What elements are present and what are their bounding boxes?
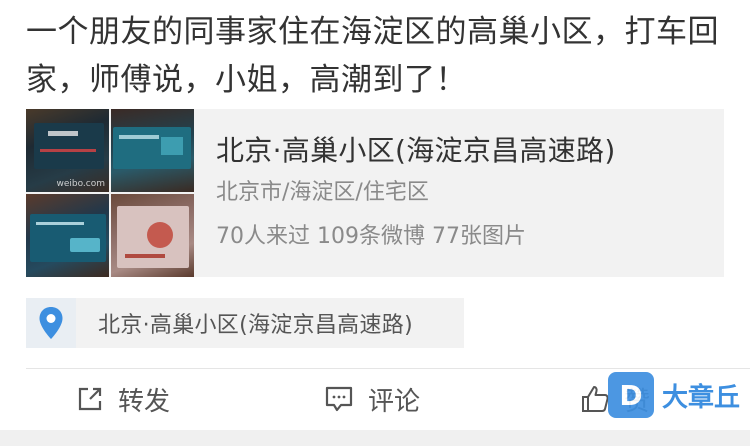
location-card-stats: 70人来过 109条微博 77张图片 [216,224,526,249]
thumbnail-grid[interactable]: weibo.com [26,109,194,277]
location-card-info: 北京·高巢小区(海淀京昌高速路) 北京市/海淀区/住宅区 70人来过 109条微… [216,131,716,253]
brand-logo: D [607,372,654,418]
repost-button[interactable]: 转发 [76,369,170,429]
comment-button[interactable]: 评论 [324,369,420,429]
thumbnail-image[interactable]: weibo.com [26,109,109,192]
comment-icon [325,386,353,412]
location-card-subtitle: 北京市/海淀区/住宅区 [216,180,429,205]
thumbnail-image[interactable] [111,109,194,192]
thumbnail-image[interactable] [111,194,194,277]
post-text: 一个朋友的同事家住在海淀区的高巢小区，打车回家，师傅说，小姐，高潮到了！ [26,14,719,98]
comment-label: 评论 [368,386,421,417]
brand-watermark: D 大章丘 [607,372,740,418]
location-card[interactable]: weibo.com 北京·高巢小区(海淀京昌高速路) 北京市/海淀区/住宅区 7… [26,109,724,277]
location-card-title[interactable]: 北京·高巢小区(海淀京昌高速路) [216,131,716,171]
location-tag[interactable]: 北京·高巢小区(海淀京昌高速路) [26,298,464,348]
location-tag-label: 北京·高巢小区(海淀京昌高速路) [98,313,413,338]
location-pin-icon [26,298,76,348]
repost-icon [78,387,102,411]
thumbnail-watermark: weibo.com [56,179,105,189]
bottom-separator [0,430,750,446]
brand-name: 大章丘 [661,382,740,413]
repost-label: 转发 [118,386,171,417]
brand-logo-letter: D [619,378,643,412]
thumbs-up-icon [582,386,609,412]
thumbnail-image[interactable] [26,194,109,277]
